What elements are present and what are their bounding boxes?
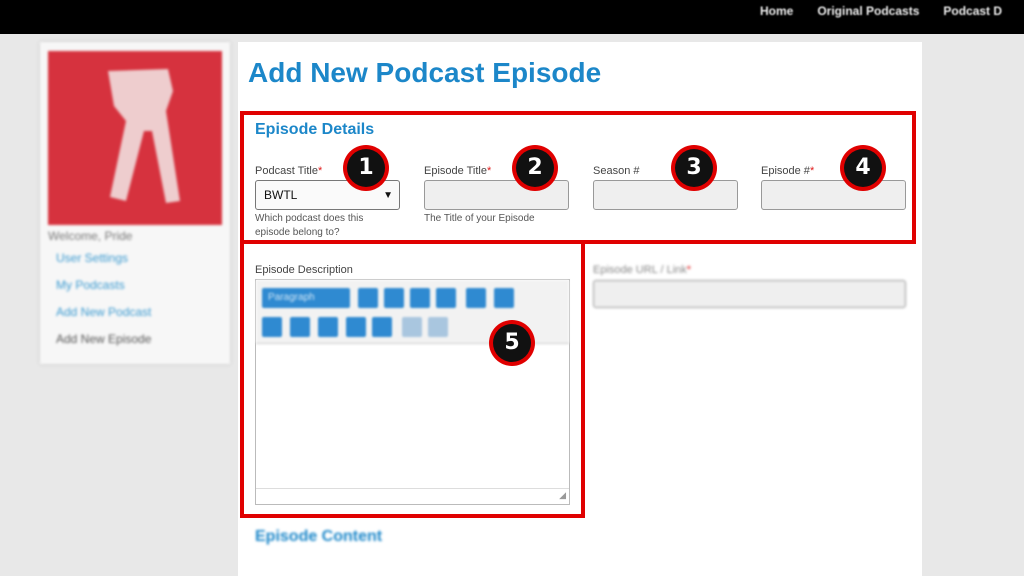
step-badge-2: 2 xyxy=(512,145,558,191)
undo-icon[interactable] xyxy=(402,317,422,337)
editor-status-bar xyxy=(256,488,569,504)
sidebar-item-add-new-podcast[interactable]: Add New Podcast xyxy=(56,305,151,319)
image-icon[interactable] xyxy=(372,317,392,337)
hand-gesture-image xyxy=(108,69,180,203)
link-icon[interactable] xyxy=(346,317,366,337)
podcast-title-label: Podcast Title* xyxy=(255,165,323,177)
avatar xyxy=(48,51,222,225)
episode-title-help: The Title of your Episode xyxy=(424,213,535,224)
section-title-episode-content: Episode Content xyxy=(255,528,383,545)
nav-original-podcasts-link[interactable]: Original Podcasts xyxy=(817,4,919,18)
blockquote-icon[interactable] xyxy=(436,288,456,308)
step-badge-3: 3 xyxy=(671,145,717,191)
format-select[interactable]: Paragraph xyxy=(262,288,350,308)
episode-number-label: Episode #* xyxy=(761,165,815,177)
numbered-list-icon[interactable] xyxy=(494,288,514,308)
align-left-icon[interactable] xyxy=(262,317,282,337)
season-label: Season # xyxy=(593,165,640,177)
sidebar-item-add-new-episode[interactable]: Add New Episode xyxy=(56,332,151,346)
sidebar-item-user-settings[interactable]: User Settings xyxy=(56,251,128,265)
episode-number-input[interactable] xyxy=(761,180,906,210)
nav-home-link[interactable]: Home xyxy=(760,4,793,18)
nav-podcast-directory-link[interactable]: Podcast D xyxy=(943,4,1002,18)
episode-description-label: Episode Description xyxy=(255,264,353,276)
sidebar-item-my-podcasts[interactable]: My Podcasts xyxy=(56,278,125,292)
redo-icon[interactable] xyxy=(428,317,448,337)
top-nav: Home Original Podcasts Podcast D xyxy=(760,4,1024,18)
episode-url-label: Episode URL / Link* xyxy=(593,264,692,276)
step-badge-4: 4 xyxy=(840,145,886,191)
align-center-icon[interactable] xyxy=(290,317,310,337)
align-right-icon[interactable] xyxy=(318,317,338,337)
user-sidebar: Welcome, Pride User Settings My Podcasts… xyxy=(40,42,230,364)
episode-description-editor[interactable]: Paragraph ◢ xyxy=(255,279,570,505)
resize-handle-icon[interactable]: ◢ xyxy=(559,490,566,501)
podcast-title-help: Which podcast does this episode belong t… xyxy=(255,213,364,238)
step-badge-5: 5 xyxy=(489,320,535,366)
strikethrough-icon[interactable] xyxy=(410,288,430,308)
episode-title-label: Episode Title* xyxy=(424,165,492,177)
section-title-episode-details: Episode Details xyxy=(255,121,375,138)
welcome-text: Welcome, Pride xyxy=(48,229,133,243)
bold-icon[interactable] xyxy=(358,288,378,308)
main-content: Add New Podcast Episode Episode Details … xyxy=(238,42,922,576)
episode-url-input[interactable] xyxy=(593,280,906,308)
season-input[interactable] xyxy=(593,180,738,210)
page-title: Add New Podcast Episode xyxy=(248,57,602,88)
step-badge-1: 1 xyxy=(343,145,389,191)
italic-icon[interactable] xyxy=(384,288,404,308)
bullet-list-icon[interactable] xyxy=(466,288,486,308)
chevron-down-icon: ▼ xyxy=(383,190,393,201)
top-navbar: Home Original Podcasts Podcast D xyxy=(0,0,1024,34)
